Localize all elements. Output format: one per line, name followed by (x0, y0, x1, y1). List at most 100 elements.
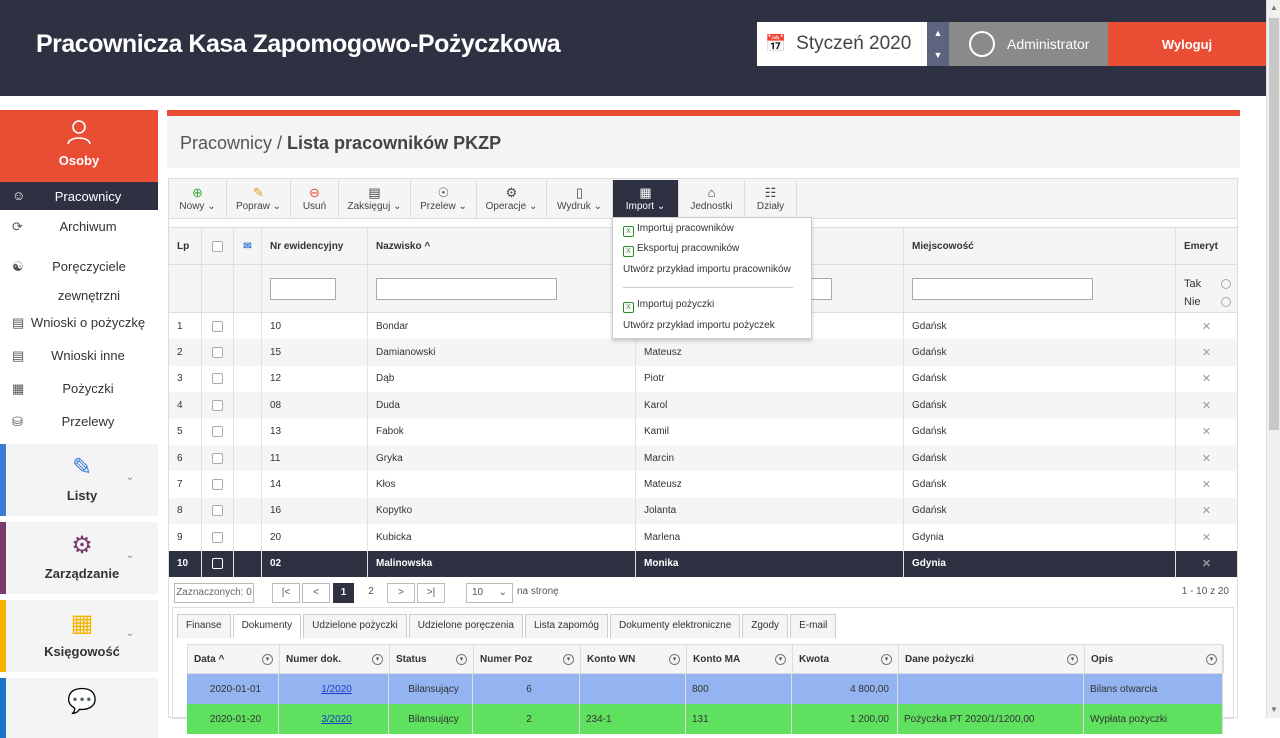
sidebar-item-wnioski-inne[interactable]: ▤ Wnioski inne (0, 339, 158, 372)
column-lp[interactable]: Lp (169, 228, 202, 264)
row-checkbox[interactable] (212, 373, 223, 385)
scroll-up-icon[interactable]: ▲ (1267, 0, 1280, 16)
filter-nr-input[interactable] (270, 277, 336, 300)
sidebar-group-zarzadzanie[interactable]: ⚙ Zarządzanie ⌄ (0, 522, 158, 594)
doc-column-2[interactable]: Status ▾ (390, 645, 474, 673)
tab-4[interactable]: Lista zapomóg (524, 614, 608, 638)
period-selector[interactable]: 📅 Styczeń 2020 (757, 22, 927, 66)
column-miejscowosc[interactable]: Miejscowość (904, 228, 1176, 264)
tab-3[interactable]: Udzielone poręczenia (408, 614, 523, 638)
filter-icon[interactable]: ▾ (1067, 653, 1078, 665)
sidebar-item-pracownicy[interactable]: ☺ Pracownicy (0, 182, 158, 210)
doc-column-0[interactable]: Data ^ ▾ (188, 645, 280, 673)
filter-nie-radio[interactable] (1221, 297, 1231, 307)
row-checkbox[interactable] (212, 479, 223, 491)
operations-button[interactable]: ⚙ Operacje ⌄ (477, 180, 547, 218)
tab-7[interactable]: E-mail (790, 614, 837, 638)
row-checkbox[interactable] (212, 452, 223, 464)
table-row[interactable]: 2 15 Damianowski Mateusz Gdańsk ✕ (169, 339, 1237, 366)
filter-nazwisko-input[interactable] (376, 277, 557, 300)
filter-icon[interactable]: ▾ (1206, 653, 1217, 665)
sidebar-item-pozyczki[interactable]: ▦ Pożyczki (0, 372, 158, 405)
tab-6[interactable]: Zgody (742, 614, 789, 638)
row-checkbox[interactable] (212, 399, 223, 411)
table-row[interactable]: 10 02 Malinowska Monika Gdynia ✕ (169, 550, 1237, 577)
print-button[interactable]: ▯ Wydruk ⌄ (547, 180, 613, 218)
user-menu[interactable]: Administrator (949, 22, 1108, 66)
row-checkbox[interactable] (212, 558, 223, 570)
scroll-down-icon[interactable]: ▼ (1267, 702, 1280, 718)
filter-icon[interactable]: ▾ (563, 653, 574, 665)
sidebar-item-wnioski-pozyczka[interactable]: ▤ Wnioski o pożyczkę (0, 306, 158, 339)
menu-item-sample-employees[interactable]: Utwórz przykład importu pracowników (613, 261, 811, 279)
document-row[interactable]: 2020-01-01 1/2020 Bilansujący 6 800 4 800,00 B… (187, 674, 1223, 704)
tab-2[interactable]: Udzielone pożyczki (303, 614, 407, 638)
sidebar-item-poreczyciele[interactable]: ☯ Poręczyciele zewnętrzni (0, 243, 158, 306)
filter-icon[interactable]: ▾ (456, 653, 467, 665)
row-checkbox[interactable] (212, 320, 223, 332)
filter-icon[interactable]: ▾ (775, 653, 786, 665)
tab-0[interactable]: Finanse (177, 614, 231, 638)
doc-column-8[interactable]: Opis ▾ (1085, 645, 1224, 673)
sidebar-item-archiwum[interactable]: ⟳ Archiwum (0, 210, 158, 243)
tab-5[interactable]: Dokumenty elektroniczne (609, 614, 741, 638)
period-spinner[interactable]: ▲ ▼ (927, 22, 949, 66)
doc-cell-numer[interactable]: 1/2020 (279, 674, 389, 704)
column-nazwisko[interactable]: Nazwisko ^ (368, 228, 636, 264)
scrollbar-thumb[interactable] (1269, 18, 1279, 430)
post-button[interactable]: ▤ Zaksięguj ⌄ (339, 180, 411, 218)
chevron-up-icon[interactable]: ▲ (934, 28, 943, 38)
filter-tak-radio[interactable] (1221, 279, 1231, 289)
prev-page-button[interactable]: < (302, 583, 330, 603)
page-2-button[interactable]: 2 (359, 583, 383, 603)
edit-button[interactable]: ✎ Popraw ⌄ (227, 180, 291, 218)
table-row[interactable]: 7 14 Kłos Mateusz Gdańsk ✕ (169, 471, 1237, 498)
next-page-button[interactable]: > (387, 583, 415, 603)
new-button[interactable]: ⊕ Nowy ⌄ (169, 180, 227, 218)
table-row[interactable]: 4 08 Duda Karol Gdańsk ✕ (169, 392, 1237, 419)
sidebar-section-osoby[interactable]: Osoby (0, 110, 158, 182)
doc-cell-numer[interactable]: 3/2020 (279, 704, 389, 734)
doc-column-6[interactable]: Kwota ▾ (793, 645, 899, 673)
table-row[interactable]: 8 16 Kopytko Jolanta Gdańsk ✕ (169, 497, 1237, 525)
select-all-checkbox[interactable] (202, 228, 234, 264)
filter-icon[interactable]: ▾ (262, 653, 273, 665)
filter-icon[interactable]: ▾ (881, 653, 892, 665)
breadcrumb-parent[interactable]: Pracownicy (180, 133, 272, 153)
first-page-button[interactable]: |< (272, 583, 300, 603)
page-scrollbar[interactable]: ▲ ▼ (1266, 0, 1280, 718)
sidebar-group-listy[interactable]: ✎ Listy ⌄ (0, 444, 158, 516)
doc-column-1[interactable]: Numer dok. ▾ (280, 645, 390, 673)
doc-column-3[interactable]: Numer Poz ▾ (474, 645, 581, 673)
transfer-button[interactable]: ☉ Przelew ⌄ (411, 180, 477, 218)
row-checkbox[interactable] (212, 347, 223, 359)
units-button[interactable]: ⌂ Jednostki (679, 180, 745, 218)
last-page-button[interactable]: >| (417, 583, 445, 603)
delete-button[interactable]: ⊖ Usuń (291, 180, 339, 218)
row-checkbox[interactable] (212, 531, 223, 543)
row-checkbox[interactable] (212, 505, 223, 517)
menu-item-sample-loans[interactable]: Utwórz przykład importu pożyczek (613, 317, 811, 335)
row-checkbox[interactable] (212, 426, 223, 438)
filter-icon[interactable]: ▾ (372, 653, 383, 665)
import-button[interactable]: ▦ Import ⌄ (613, 180, 679, 218)
logout-button[interactable]: Wyloguj (1108, 22, 1266, 66)
doc-column-4[interactable]: Konto WN ▾ (581, 645, 687, 673)
sidebar-item-przelewy[interactable]: ⛁ Przelewy (0, 405, 158, 438)
column-nr-ewidencyjny[interactable]: Nr ewidencyjny (262, 228, 368, 264)
checkbox[interactable] (212, 240, 223, 252)
table-row[interactable]: 5 13 Fabok Kamil Gdańsk ✕ (169, 418, 1237, 445)
column-emeryt[interactable]: Emeryt (1176, 228, 1237, 264)
doc-column-7[interactable]: Dane pożyczki ▾ (899, 645, 1085, 673)
menu-item-import-loans[interactable]: X Importuj pożyczki (613, 296, 811, 314)
doc-column-5[interactable]: Konto MA ▾ (687, 645, 793, 673)
menu-item-import-employees[interactable]: X Importuj pracowników (613, 220, 811, 238)
sidebar-group-ksiegowosc[interactable]: ▦ Księgowość ⌄ (0, 600, 158, 672)
departments-button[interactable]: ☷ Działy (745, 180, 797, 218)
sidebar-group-messages[interactable]: 💬 (0, 678, 158, 738)
document-row[interactable]: 2020-01-20 3/2020 Bilansujący 2 234-1 131 1 20… (187, 704, 1223, 734)
filter-miejscowosc-input[interactable] (912, 277, 1093, 300)
menu-item-export-employees[interactable]: X Eksportuj pracowników (613, 240, 811, 258)
filter-icon[interactable]: ▾ (669, 653, 680, 665)
page-1-button[interactable]: 1 (333, 583, 354, 603)
